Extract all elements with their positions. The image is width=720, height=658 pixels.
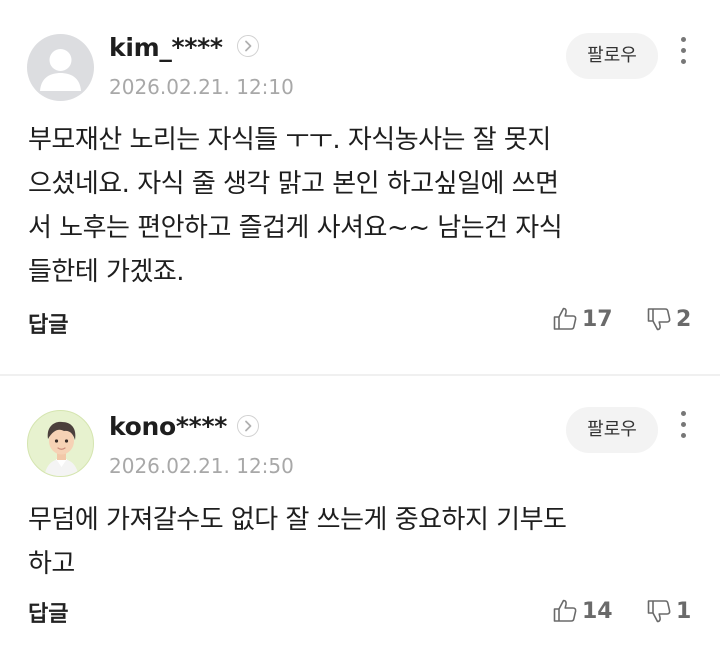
thumbs-down-icon: [647, 308, 671, 331]
follow-button[interactable]: 팔로우: [566, 33, 658, 79]
like-button[interactable]: 14: [552, 594, 613, 628]
thumbs-down-icon: [647, 600, 671, 623]
nickname[interactable]: kim_****: [109, 33, 223, 62]
dislike-count: 2: [676, 306, 692, 332]
dislike-button[interactable]: 2: [646, 302, 691, 336]
comment-text: 부모재산 노리는 자식들 ㅜㅜ. 자식농사는 잘 못지 으셨네요. 자식 줄 생…: [28, 125, 563, 287]
follow-button[interactable]: 팔로우: [566, 407, 658, 453]
comment-date: 2026.02.21. 12:50: [109, 454, 294, 478]
comment-date: 2026.02.21. 12:10: [109, 75, 294, 99]
like-button[interactable]: 17: [552, 302, 613, 336]
nickname[interactable]: kono****: [109, 412, 227, 441]
chevron-right-icon[interactable]: [237, 415, 259, 437]
thumbs-up-icon: [553, 307, 577, 330]
dislike-button[interactable]: 1: [646, 594, 691, 628]
comment-list: kim_**** 2026.02.21. 12:10 팔로우 부모재산 노리는 …: [0, 0, 720, 658]
like-count: 14: [582, 598, 613, 624]
reply-button[interactable]: 답글: [28, 307, 68, 339]
character-avatar[interactable]: [27, 410, 94, 477]
chevron-right-icon[interactable]: [237, 35, 259, 57]
comment-item: kono**** 2026.02.21. 12:50 팔로우 무덤에 가져갈수도…: [0, 374, 720, 658]
comment-text: 무덤에 가져갈수도 없다 잘 쓰는게 중요하지 기부도 하고: [28, 505, 567, 579]
more-vertical-icon[interactable]: [672, 37, 694, 71]
dislike-count: 1: [676, 598, 692, 624]
default-profile-icon[interactable]: [27, 34, 94, 101]
comment-item: kim_**** 2026.02.21. 12:10 팔로우 부모재산 노리는 …: [0, 0, 720, 374]
more-vertical-icon[interactable]: [672, 411, 694, 445]
reply-button[interactable]: 답글: [28, 596, 68, 628]
thumbs-up-icon: [553, 599, 577, 622]
like-count: 17: [582, 306, 613, 332]
